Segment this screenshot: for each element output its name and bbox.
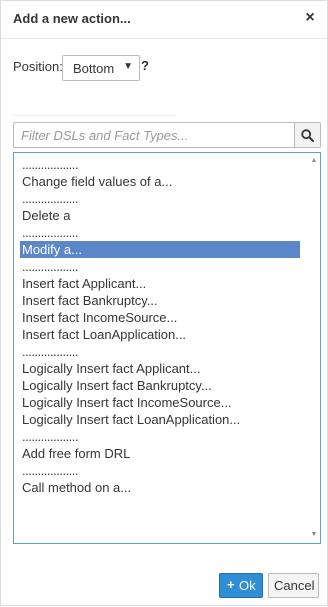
scroll-down-icon[interactable]: ▼ bbox=[310, 531, 318, 539]
list-item[interactable]: Logically Insert fact IncomeSource... bbox=[20, 394, 300, 411]
action-list: .................. Change field values of… bbox=[20, 156, 300, 496]
list-separator[interactable]: .................. bbox=[20, 258, 300, 275]
help-icon[interactable]: ? bbox=[141, 58, 149, 73]
action-listbox[interactable]: .................. Change field values of… bbox=[13, 152, 321, 544]
list-item[interactable]: Modify a... bbox=[20, 241, 300, 258]
position-select[interactable]: Bottom ▼ bbox=[62, 55, 140, 81]
position-select-value: Bottom bbox=[73, 61, 115, 76]
cancel-button-label: Cancel bbox=[274, 578, 315, 593]
list-item[interactable]: Call method on a... bbox=[20, 479, 300, 496]
search-button[interactable] bbox=[295, 122, 321, 148]
list-item[interactable]: Add free form DRL bbox=[20, 445, 300, 462]
add-action-dialog: Add a new action... × Position: Bottom ▼… bbox=[0, 0, 328, 606]
search-input[interactable] bbox=[13, 122, 295, 148]
list-separator[interactable]: .................. bbox=[20, 462, 300, 479]
plus-icon: + bbox=[227, 577, 235, 592]
list-item[interactable]: Delete a bbox=[20, 207, 300, 224]
list-item[interactable]: Insert fact Bankruptcy... bbox=[20, 292, 300, 309]
list-item[interactable]: Change field values of a... bbox=[20, 173, 300, 190]
list-separator[interactable]: .................. bbox=[20, 343, 300, 360]
list-item[interactable]: Logically Insert fact LoanApplication... bbox=[20, 411, 300, 428]
scroll-up-icon[interactable]: ▲ bbox=[310, 157, 318, 165]
listbox-scrollbar[interactable]: ▲ ▼ bbox=[308, 153, 320, 543]
position-label: Position: bbox=[13, 59, 63, 74]
ok-button-label: Ok bbox=[239, 578, 256, 593]
list-separator[interactable]: .................. bbox=[20, 156, 300, 173]
dialog-header: Add a new action... × bbox=[1, 1, 327, 39]
divider bbox=[13, 115, 177, 116]
list-item[interactable]: Logically Insert fact Bankruptcy... bbox=[20, 377, 300, 394]
chevron-down-icon: ▼ bbox=[123, 61, 133, 72]
list-separator[interactable]: .................. bbox=[20, 224, 300, 241]
cancel-button[interactable]: Cancel bbox=[268, 573, 319, 598]
dialog-title: Add a new action... bbox=[13, 11, 131, 26]
close-icon[interactable]: × bbox=[303, 9, 317, 27]
list-separator[interactable]: .................. bbox=[20, 428, 300, 445]
list-item[interactable]: Insert fact LoanApplication... bbox=[20, 326, 300, 343]
list-separator[interactable]: .................. bbox=[20, 190, 300, 207]
ok-button[interactable]: + Ok bbox=[219, 573, 263, 598]
list-item[interactable]: Insert fact Applicant... bbox=[20, 275, 300, 292]
list-item[interactable]: Logically Insert fact Applicant... bbox=[20, 360, 300, 377]
dialog-footer: + Ok Cancel bbox=[1, 561, 327, 607]
search-icon bbox=[301, 129, 314, 142]
list-item[interactable]: Insert fact IncomeSource... bbox=[20, 309, 300, 326]
